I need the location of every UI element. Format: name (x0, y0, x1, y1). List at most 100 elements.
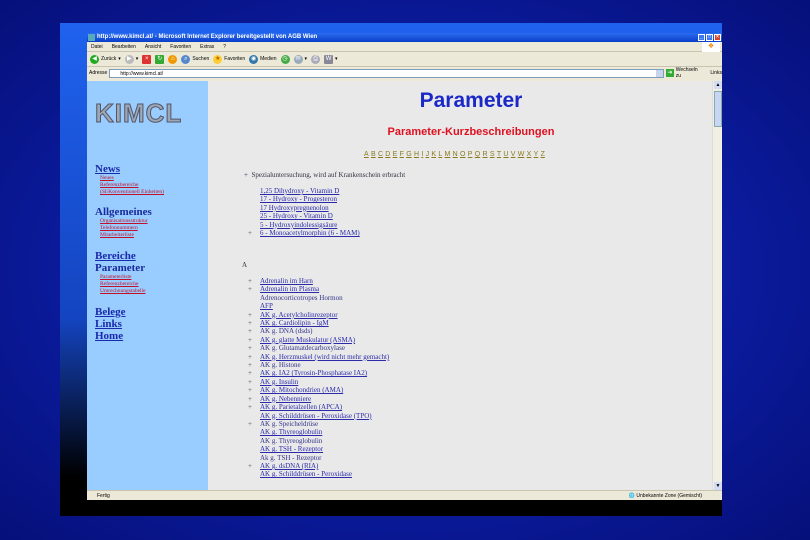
nav-link[interactable]: Telefonnummern (95, 225, 152, 232)
stop-button[interactable]: × (142, 54, 152, 64)
nav-link[interactable]: Neues (95, 175, 164, 182)
alphabet-link-o[interactable]: O (460, 151, 465, 158)
alphabet-link-h[interactable]: H (414, 151, 419, 158)
alphabet-link-r[interactable]: R (483, 151, 488, 158)
favorites-button[interactable]: ★ Favoriten (213, 54, 245, 64)
parameter-link[interactable]: AK g. dsDNA (RIA) (260, 462, 318, 470)
alphabet-link-t[interactable]: T (497, 151, 501, 158)
nav-link[interactable]: Mitarbeiterliste (95, 232, 152, 239)
go-button[interactable]: ➔ Wechseln zu (666, 67, 702, 79)
parameter-link[interactable]: 17 - Hydroxy - Progesteron (260, 195, 337, 203)
parameter-link[interactable]: AFP (260, 302, 273, 310)
parameter-link[interactable]: AK g. Histone (260, 361, 301, 369)
alphabet-link-z[interactable]: Z (541, 151, 545, 158)
alphabet-link-y[interactable]: Y (534, 151, 539, 158)
alphabet-link-d[interactable]: D (385, 151, 390, 158)
alphabet-link-c[interactable]: C (378, 151, 383, 158)
scroll-up-arrow[interactable]: ▲ (714, 81, 722, 89)
maximize-button[interactable]: □ (706, 34, 713, 41)
alphabet-link-g[interactable]: G (406, 151, 411, 158)
parameter-link[interactable]: 6 - Monoacetylmorphin (6 - MAM) (260, 229, 360, 237)
alphabet-link-e[interactable]: E (393, 151, 398, 158)
nav-home[interactable]: Home (95, 330, 126, 342)
nav-link[interactable]: (SI/Konventionell Einheiten) (95, 189, 164, 196)
parameter-link[interactable]: 5 - Hydroxyindolessigsäure (260, 221, 337, 229)
parameter-link[interactable]: AK g. Cardiolipin - IgM (260, 319, 329, 327)
nav-bereiche[interactable]: Bereiche (95, 250, 146, 262)
scroll-down-arrow[interactable]: ▼ (714, 482, 722, 490)
menu-bearbeiten[interactable]: Bearbeiten (112, 42, 136, 51)
nav-link[interactable]: Parameterliste (95, 274, 146, 281)
address-dropdown[interactable] (656, 69, 664, 77)
alphabet-link-u[interactable]: U (503, 151, 508, 158)
parameter-link[interactable]: AK g. Speicheldrüse (260, 420, 318, 428)
parameter-link[interactable]: AK g. Schilddrüsen - Peroxidase (260, 470, 352, 478)
links-button[interactable]: Links (710, 70, 722, 76)
parameter-link[interactable]: AK g. DNA (dsds) (260, 327, 313, 335)
alphabet-link-l[interactable]: L (438, 151, 442, 158)
parameter-link[interactable]: AK g. Schilddrüsen - Peroxidase (TPO) (260, 412, 372, 420)
refresh-button[interactable]: ↻ (155, 54, 165, 64)
alphabet-link-j[interactable]: J (426, 151, 430, 158)
alphabet-link-b[interactable]: B (371, 151, 376, 158)
scroll-thumb[interactable] (714, 91, 722, 127)
nav-link[interactable]: Referenzbereiche (95, 182, 164, 189)
alphabet-link-f[interactable]: F (400, 151, 404, 158)
alphabet-link-w[interactable]: W (518, 151, 525, 158)
parameter-link[interactable]: AK g. Glutamatdecarboxylase (260, 344, 345, 352)
alphabet-link-q[interactable]: Q (475, 151, 480, 158)
edit-button[interactable]: W ▾ (324, 54, 338, 64)
back-button[interactable]: ◀ Zurück ▾ (90, 54, 121, 64)
parameter-link[interactable]: AK g. Nebenniere (260, 395, 311, 403)
menu-favoriten[interactable]: Favoriten (170, 42, 191, 51)
forward-button[interactable]: ▶ ▾ (124, 54, 138, 64)
menu-ansicht[interactable]: Ansicht (145, 42, 161, 51)
parameter-link[interactable]: AK g. glatte Muskulatur (ASMA) (260, 336, 355, 344)
print-button[interactable]: ⎙ (311, 54, 321, 64)
nav-link[interactable]: Umrechnungstabelle (95, 288, 146, 295)
parameter-link[interactable]: AK g. IA2 (Tyrosin-Phosphatase IA2) (260, 369, 367, 377)
forward-icon: ▶ (124, 54, 134, 64)
alphabet-link-k[interactable]: K (431, 151, 436, 158)
nav-belege[interactable]: Belege (95, 306, 126, 318)
parameter-link[interactable]: Adrenalin im Plasma (260, 285, 319, 293)
alphabet-link-s[interactable]: S (490, 151, 495, 158)
alphabet-link-v[interactable]: V (511, 151, 516, 158)
parameter-link[interactable]: AK g. TSH - Rezeptor (260, 445, 323, 453)
parameter-link[interactable]: 25 - Hydroxy - Vitamin D (260, 212, 333, 220)
alphabet-link-i[interactable]: I (421, 151, 423, 158)
menu-extras[interactable]: Extras (200, 42, 214, 51)
menu-datei[interactable]: Datei (91, 42, 103, 51)
home-button[interactable]: ⌂ (168, 54, 178, 64)
nav-links[interactable]: Links (95, 318, 126, 330)
parameter-link[interactable]: Adrenocorticotropes Hormon (260, 294, 343, 302)
parameter-link[interactable]: AK g. Thyreoglobulin (260, 437, 322, 445)
parameter-link[interactable]: AK g. Mitochondrien (AMA) (260, 386, 343, 394)
nav-link[interactable]: Organisationsstruktur (95, 218, 152, 225)
parameter-link[interactable]: 17 Hydroxypregnenolon (260, 204, 329, 212)
mail-button[interactable]: ✉ ▾ (293, 54, 307, 64)
alphabet-link-m[interactable]: M (445, 151, 451, 158)
parameter-link[interactable]: AK g. Parietalzellen (APCA) (260, 403, 342, 411)
alphabet-link-n[interactable]: N (453, 151, 458, 158)
parameter-link[interactable]: AK g. Herzmuskel (wird nicht mehr gemach… (260, 353, 389, 361)
close-button[interactable]: × (714, 34, 721, 41)
vertical-scrollbar[interactable]: ▲ ▼ (712, 81, 722, 490)
parameter-link[interactable]: AK g. Insulin (260, 378, 298, 386)
search-button[interactable]: ⌕ Suchen (181, 54, 209, 64)
alphabet-link-a[interactable]: A (364, 151, 369, 158)
address-input[interactable]: http://www.kimcl.at/ (109, 68, 665, 78)
minimize-button[interactable]: _ (698, 34, 705, 41)
history-button[interactable]: ◷ (280, 54, 290, 64)
nav-news-title[interactable]: News (95, 163, 164, 175)
menu-help[interactable]: ? (223, 42, 226, 51)
nav-link[interactable]: Referenzbereiche (95, 281, 146, 288)
alphabet-link-p[interactable]: P (468, 151, 473, 158)
alphabet-link-x[interactable]: X (527, 151, 532, 158)
parameter-link[interactable]: 1,25 Dihydroxy - Vitamin D (260, 187, 339, 195)
parameter-link[interactable]: AK g. Thyreoglobulin (260, 428, 322, 436)
media-button[interactable]: ◉ Medien (249, 54, 277, 64)
parameter-link[interactable]: AK g. Acetylcholinrezeptor (260, 311, 338, 319)
parameter-link[interactable]: Adrenalin im Harn (260, 277, 313, 285)
parameter-link[interactable]: Ak g. TSH - Rezeptor (260, 454, 322, 462)
